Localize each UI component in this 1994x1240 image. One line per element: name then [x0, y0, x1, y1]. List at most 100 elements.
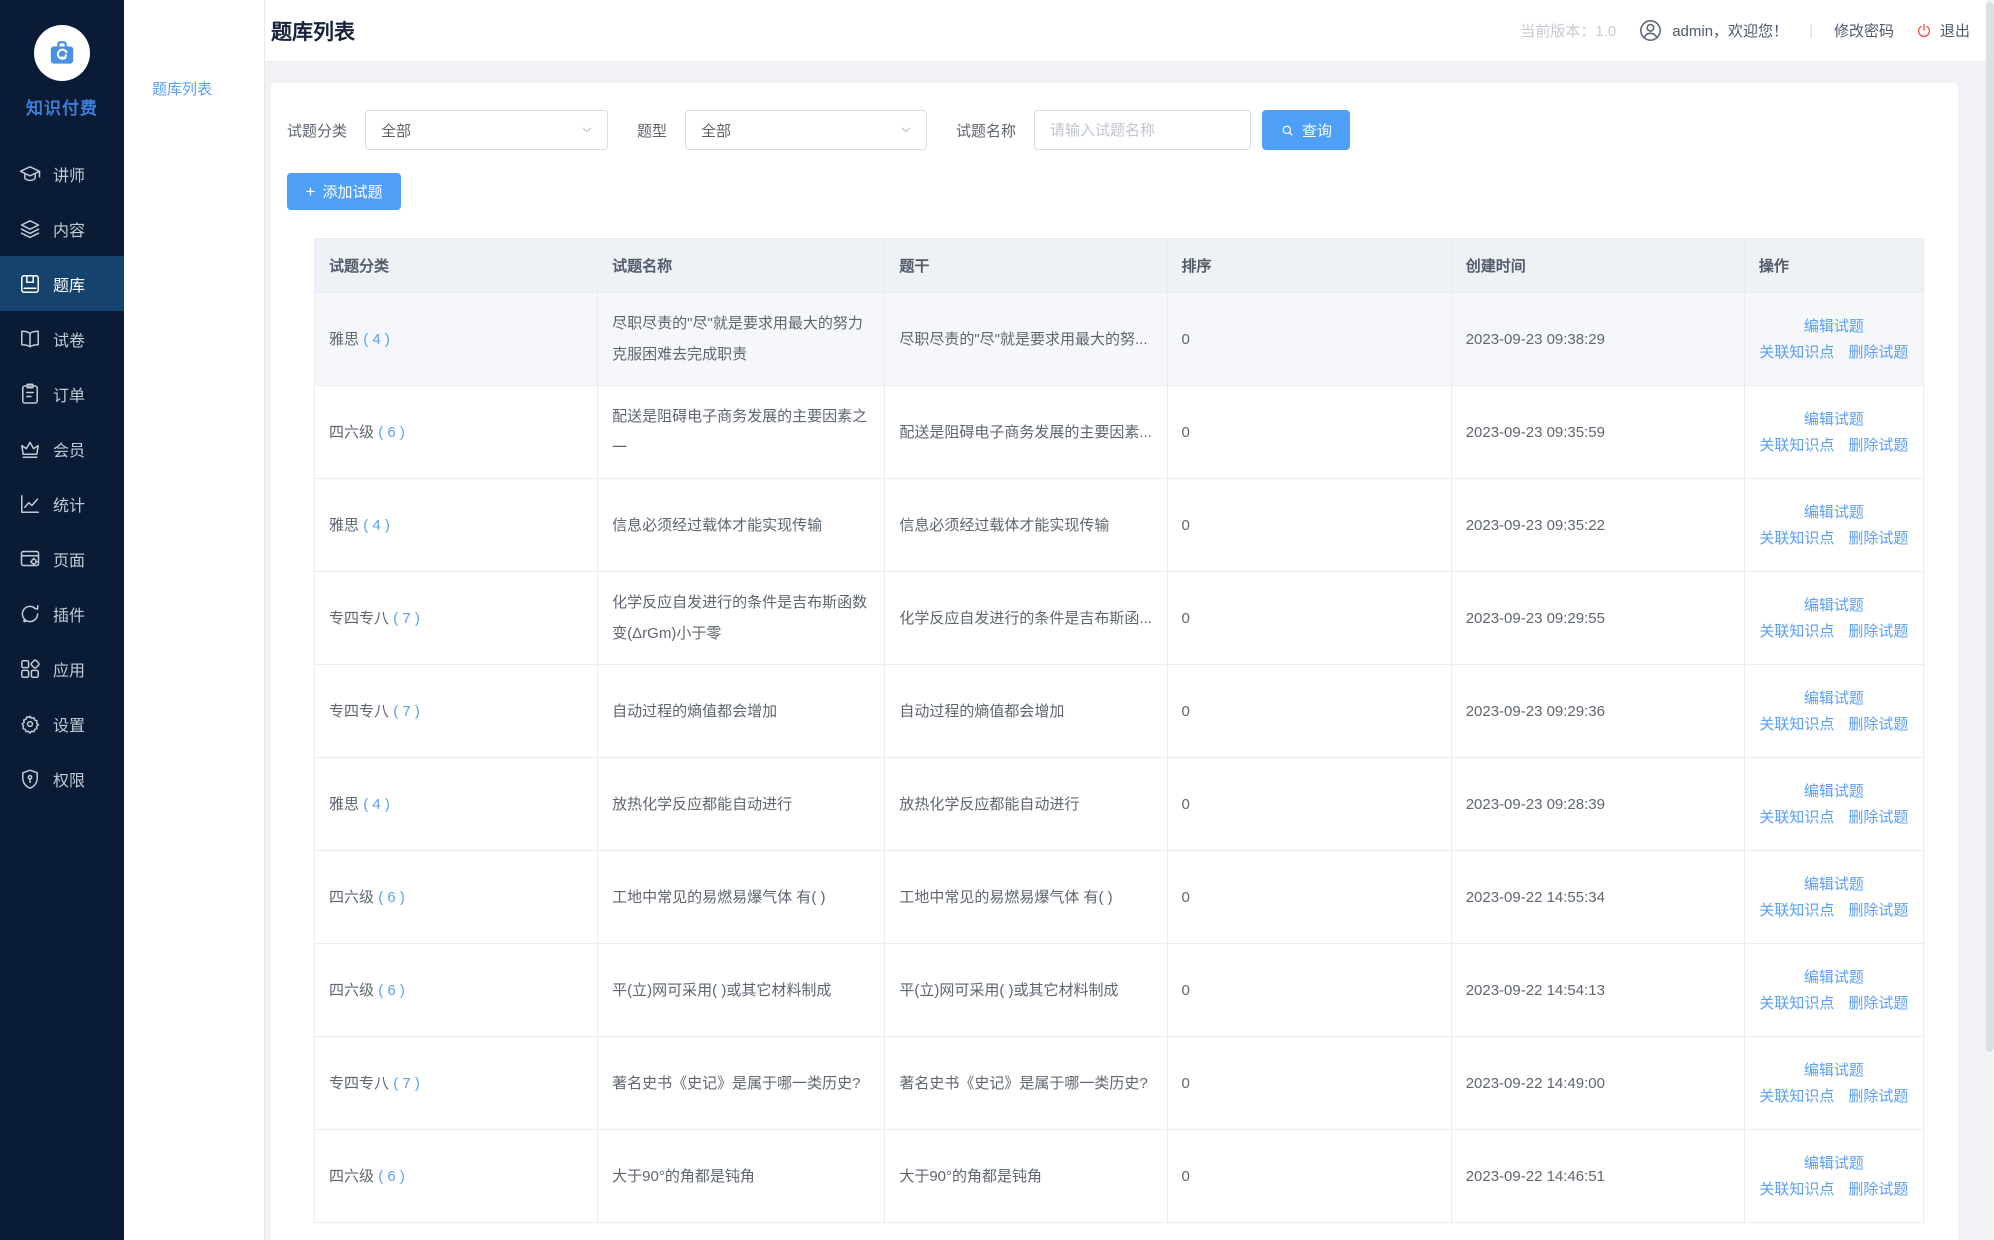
created-time-cell: 2023-09-23 09:29:36: [1451, 665, 1744, 758]
edit-question-link[interactable]: 编辑试题: [1804, 502, 1864, 523]
window-scrollbar[interactable]: [1986, 0, 1994, 1240]
link-knowledge-link[interactable]: 关联知识点: [1759, 1179, 1834, 1200]
category-count-link[interactable]: ( 4 ): [363, 796, 390, 813]
sidebar-item-member[interactable]: 会员: [0, 421, 124, 476]
sidebar-item-content[interactable]: 内容: [0, 201, 124, 256]
question-bank-icon: [18, 272, 42, 296]
user-menu[interactable]: admin，欢迎您！: [1637, 17, 1788, 44]
category-name: 专四专八: [329, 1075, 389, 1092]
delete-question-link[interactable]: 删除试题: [1848, 528, 1908, 549]
created-time-cell: 2023-09-22 14:55:34: [1451, 851, 1744, 944]
delete-question-link[interactable]: 删除试题: [1848, 1179, 1908, 1200]
link-knowledge-link[interactable]: 关联知识点: [1759, 342, 1834, 363]
category-count-link[interactable]: ( 7 ): [393, 703, 420, 720]
question-list-card: 试题分类 全部 题型 全部: [271, 83, 1958, 1240]
table-row: 专四专八 ( 7 )著名史书《史记》是属于哪一类历史?著名史书《史记》是属于哪一…: [315, 1037, 1924, 1130]
delete-question-link[interactable]: 删除试题: [1848, 807, 1908, 828]
sidebar-item-apps[interactable]: 应用: [0, 641, 124, 696]
category-count-link[interactable]: ( 6 ): [378, 1168, 405, 1185]
category-count-link[interactable]: ( 6 ): [378, 982, 405, 999]
question-name-cell: 尽职尽责的"尽"就是要求用最大的努力克服困难去完成职责: [598, 293, 885, 386]
table-header-row: 试题分类试题名称题干排序创建时间操作: [315, 239, 1924, 293]
category-select[interactable]: 全部: [365, 110, 608, 150]
link-knowledge-link[interactable]: 关联知识点: [1759, 1086, 1834, 1107]
link-knowledge-link[interactable]: 关联知识点: [1759, 900, 1834, 921]
sidebar-item-permission[interactable]: 权限: [0, 751, 124, 806]
delete-question-link[interactable]: 删除试题: [1848, 1086, 1908, 1107]
category-count-link[interactable]: ( 6 ): [378, 889, 405, 906]
category-name: 四六级: [329, 982, 374, 999]
type-select[interactable]: 全部: [685, 110, 927, 150]
category-name: 雅思: [329, 517, 359, 534]
category-count-link[interactable]: ( 4 ): [363, 331, 390, 348]
link-knowledge-link[interactable]: 关联知识点: [1759, 993, 1834, 1014]
delete-question-link[interactable]: 删除试题: [1848, 993, 1908, 1014]
row-actions: 编辑试题关联知识点删除试题: [1759, 874, 1909, 921]
sidebar-item-page[interactable]: 页面: [0, 531, 124, 586]
question-stem-cell: 化学反应自发进行的条件是吉布斯函...: [885, 572, 1167, 665]
question-name-input[interactable]: [1034, 110, 1251, 150]
edit-question-link[interactable]: 编辑试题: [1804, 316, 1864, 337]
submenu-item-question-list[interactable]: 题库列表: [124, 68, 264, 109]
power-icon: [1915, 22, 1933, 40]
link-knowledge-link[interactable]: 关联知识点: [1759, 435, 1834, 456]
sidebar-item-question-bank[interactable]: 题库: [0, 256, 124, 311]
delete-question-link[interactable]: 删除试题: [1848, 342, 1908, 363]
sidebar: 知识付费 讲师内容题库试卷订单会员统计页面插件应用设置权限: [0, 0, 124, 1240]
edit-question-link[interactable]: 编辑试题: [1804, 874, 1864, 895]
logout-button[interactable]: 退出: [1915, 20, 1970, 41]
category-count-link[interactable]: ( 6 ): [378, 424, 405, 441]
category-name: 四六级: [329, 1168, 374, 1185]
sidebar-item-label: 讲师: [53, 162, 85, 186]
edit-question-link[interactable]: 编辑试题: [1804, 1153, 1864, 1174]
question-stem-cell: 尽职尽责的"尽"就是要求用最大的努...: [885, 293, 1167, 386]
logo-briefcase-icon: [34, 25, 90, 81]
delete-question-link[interactable]: 删除试题: [1848, 435, 1908, 456]
scrollbar-thumb[interactable]: [1986, 2, 1994, 1052]
search-button-label: 查询: [1302, 120, 1332, 141]
link-knowledge-link[interactable]: 关联知识点: [1759, 621, 1834, 642]
created-time-cell: 2023-09-22 14:46:51: [1451, 1130, 1744, 1223]
row-actions: 编辑试题关联知识点删除试题: [1759, 967, 1909, 1014]
category-count-link[interactable]: ( 7 ): [393, 1075, 420, 1092]
edit-question-link[interactable]: 编辑试题: [1804, 967, 1864, 988]
link-knowledge-link[interactable]: 关联知识点: [1759, 807, 1834, 828]
search-button[interactable]: 查询: [1262, 110, 1350, 150]
category-name: 四六级: [329, 889, 374, 906]
edit-question-link[interactable]: 编辑试题: [1804, 781, 1864, 802]
delete-question-link[interactable]: 删除试题: [1848, 714, 1908, 735]
column-header: 排序: [1167, 239, 1451, 293]
edit-question-link[interactable]: 编辑试题: [1804, 688, 1864, 709]
edit-question-link[interactable]: 编辑试题: [1804, 409, 1864, 430]
category-name: 专四专八: [329, 703, 389, 720]
question-name-cell: 化学反应自发进行的条件是吉布斯函数变(ΔrGm)小于零: [598, 572, 885, 665]
plus-icon: +: [306, 183, 316, 200]
category-name: 专四专八: [329, 610, 389, 627]
change-password-link[interactable]: 修改密码: [1834, 20, 1894, 41]
sidebar-item-settings[interactable]: 设置: [0, 696, 124, 751]
sidebar-item-stats[interactable]: 统计: [0, 476, 124, 531]
question-stem-cell: 大于90°的角都是钝角: [885, 1130, 1167, 1223]
sidebar-item-exam-paper[interactable]: 试卷: [0, 311, 124, 366]
sidebar-item-plugin[interactable]: 插件: [0, 586, 124, 641]
content-icon: [18, 217, 42, 241]
edit-question-link[interactable]: 编辑试题: [1804, 595, 1864, 616]
sidebar-item-teacher[interactable]: 讲师: [0, 146, 124, 201]
row-actions: 编辑试题关联知识点删除试题: [1759, 781, 1909, 828]
table-row: 专四专八 ( 7 )自动过程的熵值都会增加自动过程的熵值都会增加02023-09…: [315, 665, 1924, 758]
delete-question-link[interactable]: 删除试题: [1848, 621, 1908, 642]
sidebar-item-order[interactable]: 订单: [0, 366, 124, 421]
created-time-cell: 2023-09-23 09:28:39: [1451, 758, 1744, 851]
category-count-link[interactable]: ( 7 ): [393, 610, 420, 627]
category-count-link[interactable]: ( 4 ): [363, 517, 390, 534]
sidebar-item-label: 应用: [53, 657, 85, 681]
edit-question-link[interactable]: 编辑试题: [1804, 1060, 1864, 1081]
add-question-button[interactable]: + 添加试题: [287, 173, 401, 210]
link-knowledge-link[interactable]: 关联知识点: [1759, 714, 1834, 735]
topbar: 题库列表 当前版本：1.0 admin，欢迎您！ | 修改密码 退出: [265, 0, 1994, 62]
filter-bar: 试题分类 全部 题型 全部: [287, 110, 1924, 150]
link-knowledge-link[interactable]: 关联知识点: [1759, 528, 1834, 549]
delete-question-link[interactable]: 删除试题: [1848, 900, 1908, 921]
question-name-cell: 工地中常见的易燃易爆气体 有( ): [598, 851, 885, 944]
column-header: 操作: [1744, 239, 1923, 293]
